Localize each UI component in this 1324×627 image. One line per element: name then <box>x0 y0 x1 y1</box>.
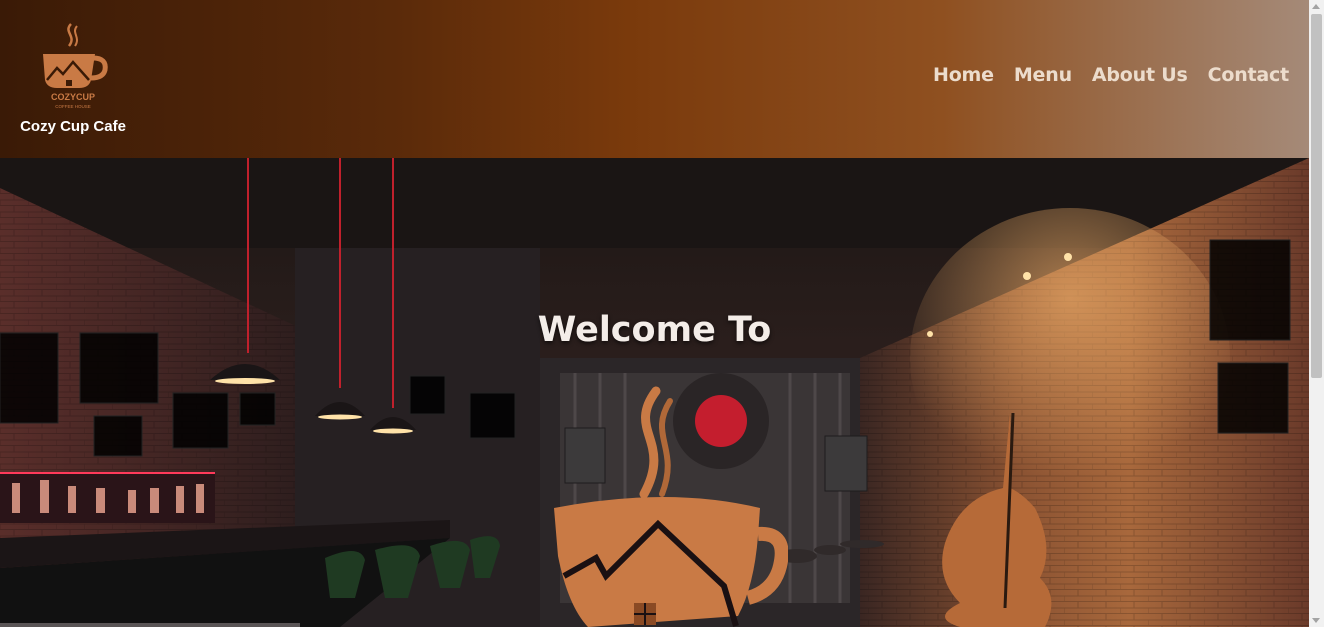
nav-about-us-link[interactable]: About Us <box>1092 64 1188 86</box>
nav-home-link[interactable]: Home <box>933 64 994 86</box>
scroll-thumb[interactable] <box>1311 14 1322 378</box>
scroll-down-arrow-icon[interactable] <box>1312 618 1320 623</box>
logo-tagline: COFFEE HOUSE <box>55 104 91 109</box>
nav-contact-link[interactable]: Contact <box>1208 64 1290 86</box>
cozycup-logo-icon: COZYCUP COFFEE HOUSE <box>43 23 108 109</box>
vertical-scrollbar[interactable] <box>1309 0 1324 627</box>
site-header: COZYCUP COFFEE HOUSE Cozy Cup Cafe Home … <box>0 0 1309 158</box>
main-nav: Home Menu About Us Contact <box>933 64 1289 86</box>
hero-section: Welcome To <box>0 158 1309 627</box>
scroll-up-arrow-icon[interactable] <box>1312 4 1320 9</box>
page: COZYCUP COFFEE HOUSE Cozy Cup Cafe Home … <box>0 0 1324 627</box>
logo-wordmark: COZYCUP <box>51 92 95 102</box>
brand[interactable]: COZYCUP COFFEE HOUSE Cozy Cup Cafe <box>14 20 132 135</box>
hero-heading: Welcome To <box>537 310 772 350</box>
brand-name: Cozy Cup Cafe <box>20 118 126 135</box>
hero-coffee-cup-logo-icon <box>554 386 788 627</box>
nav-menu-link[interactable]: Menu <box>1014 64 1072 86</box>
